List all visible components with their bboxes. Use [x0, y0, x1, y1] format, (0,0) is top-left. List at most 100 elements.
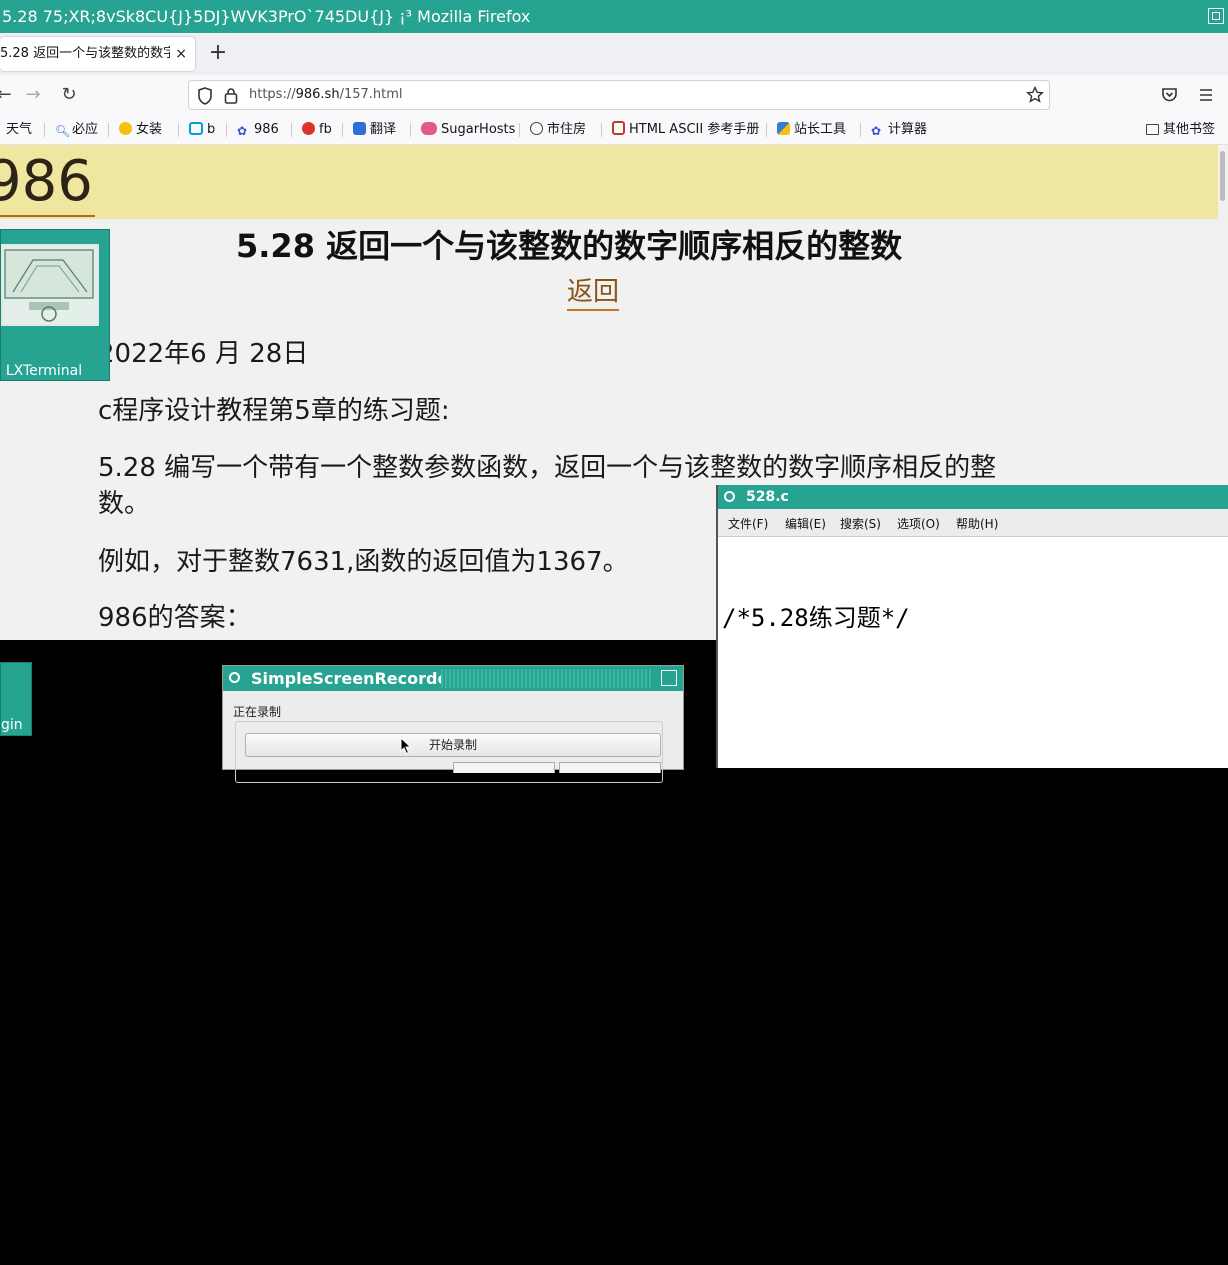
lock-icon[interactable] — [224, 87, 238, 104]
recorder-title: SimpleScreenRecorder — [251, 669, 457, 688]
bookmark-label: b — [207, 122, 216, 137]
bookmark-label: 天气 — [6, 122, 33, 137]
editor-title: 528.c — [746, 489, 789, 505]
separator — [601, 123, 602, 137]
bookmark-weather[interactable]: 天气 — [6, 116, 32, 144]
terminal-icon — [1, 244, 99, 326]
url-prefix: https:// — [249, 87, 296, 102]
paragraph-2b: 数。 — [98, 489, 151, 519]
separator — [342, 123, 343, 137]
page-title: 5.28 返回一个与该整数的数字顺序相反的整数 — [236, 227, 903, 265]
bookmark-calculator[interactable]: ✿ 计算器 — [871, 116, 927, 144]
separator — [291, 123, 292, 137]
bookmark-translate[interactable]: 翻译 — [353, 116, 396, 144]
separator — [44, 123, 45, 137]
paragraph-3: 例如，对于整数7631,函数的返回值为1367。 — [98, 547, 629, 577]
code-line: /*5.28练习题*/ — [722, 604, 910, 632]
bookmark-label: 必应 — [72, 122, 99, 137]
new-tab-button[interactable]: + — [207, 39, 229, 69]
separator — [860, 123, 861, 137]
menu-help[interactable]: 帮助(H) — [956, 511, 998, 538]
tab-label: 5.28 返回一个与该整数的数字顺 — [0, 46, 170, 61]
site-banner: 986 — [0, 145, 1218, 219]
editor-titlebar[interactable]: 528.c — [718, 485, 1228, 509]
paragraph-1: c程序设计教程第5章的练习题: — [98, 396, 450, 426]
scrollbar-thumb[interactable] — [1220, 151, 1225, 201]
reload-icon[interactable]: ↻ — [57, 83, 81, 107]
paw-icon: ✿ — [237, 124, 248, 138]
url-text[interactable]: https://986.sh/157.html — [249, 81, 403, 109]
other-bookmarks[interactable]: 其他书签 — [1146, 116, 1215, 144]
menu-file[interactable]: 文件(F) — [728, 511, 768, 538]
bookmark-label: 市住房 — [547, 122, 587, 137]
separator — [766, 123, 767, 137]
tab-current[interactable]: 5.28 返回一个与该整数的数字顺 × — [0, 37, 195, 71]
back-link[interactable]: 返回 — [567, 275, 620, 311]
menu-icon[interactable] — [1199, 88, 1213, 102]
maximize-icon[interactable] — [1208, 8, 1224, 24]
separator — [108, 123, 109, 137]
bookmark-favicon-icon — [119, 122, 132, 135]
login-label: gin — [1, 717, 23, 733]
separator — [226, 123, 227, 137]
sugarhosts-icon — [421, 122, 437, 135]
bookmark-label: 站长工具 — [794, 122, 847, 137]
code-line: #include<stdio.h> — [722, 793, 968, 821]
bookmark-star-icon[interactable] — [1026, 86, 1044, 104]
bookmark-label: SugarHosts — [441, 122, 516, 137]
screen-recorder-window: SimpleScreenRecorder 正在录制 开始录制 — [222, 665, 684, 783]
menu-edit[interactable]: 编辑(E) — [785, 511, 826, 538]
recording-status: 正在录制 — [233, 705, 282, 719]
date-text: 2022年6 月 28日 — [98, 339, 309, 369]
bookmark-label: fb — [319, 122, 332, 137]
bookmark-webmaster-tools[interactable]: 站长工具 — [777, 116, 846, 144]
code-line: int zheng(int); — [722, 982, 939, 1010]
back-icon[interactable]: ← — [0, 83, 16, 107]
bookmark-label: HTML ASCII 参考手册 — [629, 122, 760, 137]
recorder-titlebar[interactable]: SimpleScreenRecorder — [223, 666, 683, 691]
search-icon: 🔍︎ — [55, 124, 71, 138]
menu-search[interactable]: 搜索(S) — [840, 511, 881, 538]
code-area[interactable]: /*5.28练习题*/ #include<stdio.h> int zheng(… — [722, 540, 968, 1265]
separator — [410, 123, 411, 137]
bookmark-housing[interactable]: 市住房 — [530, 116, 586, 144]
page-scrollbar[interactable] — [1218, 145, 1228, 485]
bookmark-bing[interactable]: 🔍︎ 必应 — [55, 116, 98, 144]
separator — [519, 123, 520, 137]
shield-icon[interactable] — [197, 87, 213, 105]
paragraph-2a: 5.28 编写一个带有一个整数参数函数，返回一个与该整数的数字顺序相反的整 — [98, 453, 997, 483]
bookmark-clothing[interactable]: 女装 — [119, 116, 162, 144]
window-menu-icon[interactable] — [724, 491, 735, 502]
paragraph-4: 986的答案： — [98, 603, 252, 633]
bookmark-html-ascii[interactable]: HTML ASCII 参考手册 — [612, 116, 759, 144]
bookmark-986[interactable]: ✿ 986 — [237, 116, 279, 144]
url-bar[interactable]: https://986.sh/157.html — [188, 80, 1050, 110]
bookmark-fb[interactable]: fb — [302, 116, 332, 144]
menu-options[interactable]: 选项(O) — [897, 511, 940, 538]
bookmark-label: 计算器 — [888, 122, 928, 137]
folder-icon — [1146, 124, 1159, 135]
tab-close-icon[interactable]: × — [175, 37, 187, 71]
bookmark-sugarhosts[interactable]: SugarHosts — [421, 116, 515, 144]
bookmark-bilibili[interactable]: b — [189, 116, 215, 144]
code-line: main() — [722, 1171, 809, 1199]
start-recording-button[interactable]: 开始录制 — [245, 733, 661, 757]
login-desktop-icon[interactable]: gin — [0, 662, 32, 736]
site-logo[interactable]: 986 — [0, 149, 95, 217]
lxterminal-desktop-icon[interactable]: LXTerminal — [0, 229, 110, 381]
bookmark-label: 女装 — [136, 122, 163, 137]
pocket-icon[interactable] — [1161, 87, 1178, 103]
mouse-cursor-icon — [400, 737, 412, 755]
translate-icon — [353, 122, 366, 135]
html-icon — [612, 121, 625, 135]
editor-window: 528.c 文件(F) 编辑(E) 搜索(S) 选项(O) 帮助(H) /*5.… — [716, 485, 1228, 1199]
titlebar-grip — [441, 669, 653, 688]
tab-bar: 5.28 返回一个与该整数的数字顺 × + — [0, 33, 1228, 75]
forward-icon[interactable]: → — [21, 83, 45, 107]
window-menu-icon[interactable] — [229, 672, 240, 683]
maximize-icon[interactable] — [661, 670, 677, 686]
firefox-titlebar: 5.28 75;XR;8vSk8CU{J}5DJ}WVK3PrO`745DU{J… — [0, 0, 1228, 33]
